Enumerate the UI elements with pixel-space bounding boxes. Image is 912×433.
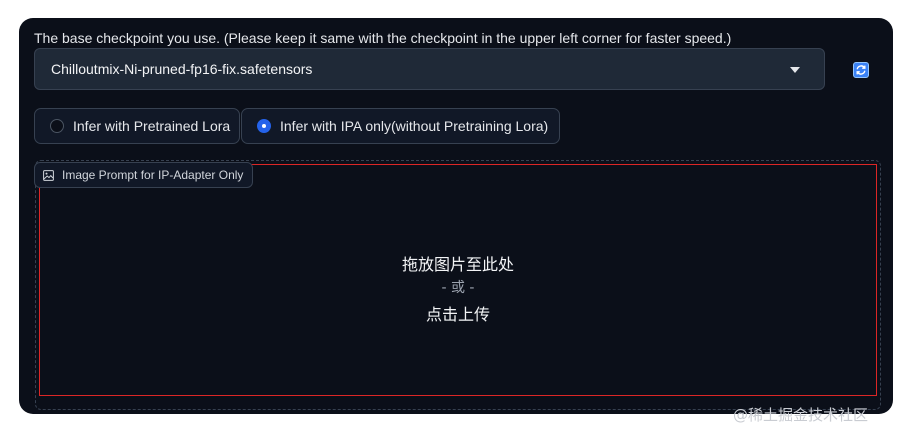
refresh-icon bbox=[856, 65, 866, 75]
checkpoint-label: The base checkpoint you use. (Please kee… bbox=[34, 30, 732, 46]
chevron-down-icon bbox=[790, 67, 800, 73]
radio-ipa-only[interactable]: Infer with IPA only(without Pretraining … bbox=[241, 108, 560, 144]
image-icon bbox=[43, 169, 54, 181]
image-prompt-label: Image Prompt for IP-Adapter Only bbox=[34, 162, 254, 188]
refresh-button[interactable] bbox=[853, 62, 869, 78]
radio-circle[interactable] bbox=[50, 119, 64, 133]
click-upload-text: 点击上传 bbox=[425, 305, 490, 324]
drop-or-separator: - 或 - bbox=[441, 280, 475, 296]
radio-pretrained-lora[interactable]: Infer with Pretrained Lora bbox=[34, 108, 240, 144]
drop-instruction: 拖放图片至此处 bbox=[401, 255, 514, 274]
radio-label: Infer with Pretrained Lora bbox=[73, 118, 231, 134]
image-prompt-label-text: Image Prompt for IP-Adapter Only bbox=[62, 168, 244, 182]
checkpoint-dropdown[interactable]: Chilloutmix-Ni-pruned-fp16-fix.safetenso… bbox=[34, 48, 825, 90]
image-dropzone[interactable]: 拖放图片至此处 - 或 - 点击上传 bbox=[39, 164, 877, 396]
watermark: @稀土掘金技术社区 bbox=[733, 406, 869, 424]
checkpoint-dropdown-value: Chilloutmix-Ni-pruned-fp16-fix.safetenso… bbox=[51, 61, 313, 77]
radio-circle-checked[interactable] bbox=[257, 119, 271, 133]
settings-panel: The base checkpoint you use. (Please kee… bbox=[19, 18, 893, 414]
radio-label: Infer with IPA only(without Pretraining … bbox=[280, 118, 549, 134]
